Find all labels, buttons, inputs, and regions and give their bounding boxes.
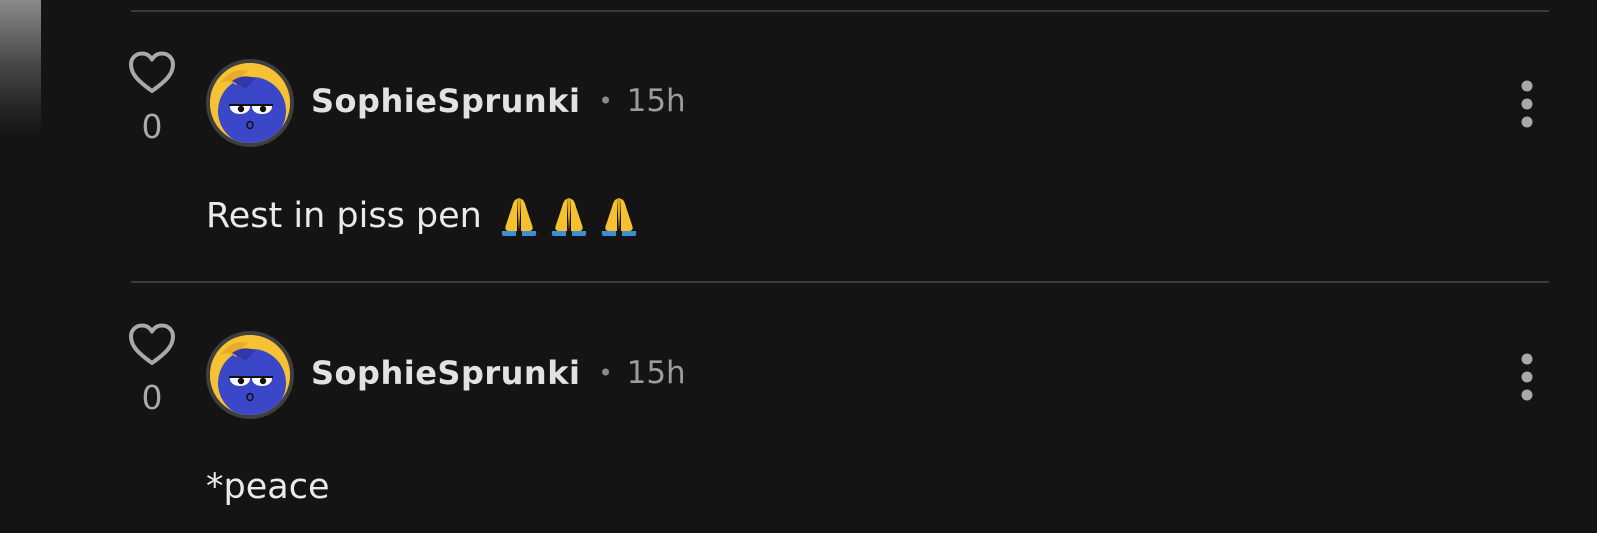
kebab-menu-icon: [1521, 80, 1533, 128]
like-count: 0: [141, 107, 163, 146]
scroll-shadow: [0, 0, 41, 138]
comment-text: Rest in piss pen: [206, 196, 482, 236]
username[interactable]: SophieSprunki: [311, 354, 580, 392]
comment-text: *peace: [206, 467, 330, 507]
comment-divider: [131, 281, 1549, 283]
comment-body: Rest in piss pen: [206, 195, 640, 237]
comment-meta: SophieSprunki • 15h: [311, 81, 686, 121]
like-button[interactable]: [128, 322, 176, 368]
avatar-image: [210, 63, 290, 143]
heart-outline-icon: [129, 51, 175, 93]
timestamp: 15h: [626, 355, 686, 391]
heart-outline-icon: [129, 323, 175, 365]
timestamp: 15h: [626, 83, 686, 119]
comment-divider: [131, 10, 1549, 12]
like-count: 0: [141, 378, 163, 417]
comment-body: *peace: [206, 467, 329, 507]
more-options-button[interactable]: [1512, 351, 1542, 403]
username[interactable]: SophieSprunki: [311, 82, 580, 120]
separator-dot: •: [598, 87, 613, 115]
folded-hands-icon: [548, 195, 590, 237]
avatar-image: [210, 335, 290, 415]
like-button[interactable]: [128, 50, 176, 96]
folded-hands-icon: [498, 195, 540, 237]
comment-meta: SophieSprunki • 15h: [311, 353, 686, 393]
avatar[interactable]: [206, 331, 294, 419]
avatar[interactable]: [206, 59, 294, 147]
comment-thread: 0 SophieSprunki • 15h Rest in piss pen 0…: [0, 0, 1597, 533]
kebab-menu-icon: [1521, 353, 1533, 401]
more-options-button[interactable]: [1512, 78, 1542, 130]
separator-dot: •: [598, 359, 613, 387]
folded-hands-icon: [598, 195, 640, 237]
